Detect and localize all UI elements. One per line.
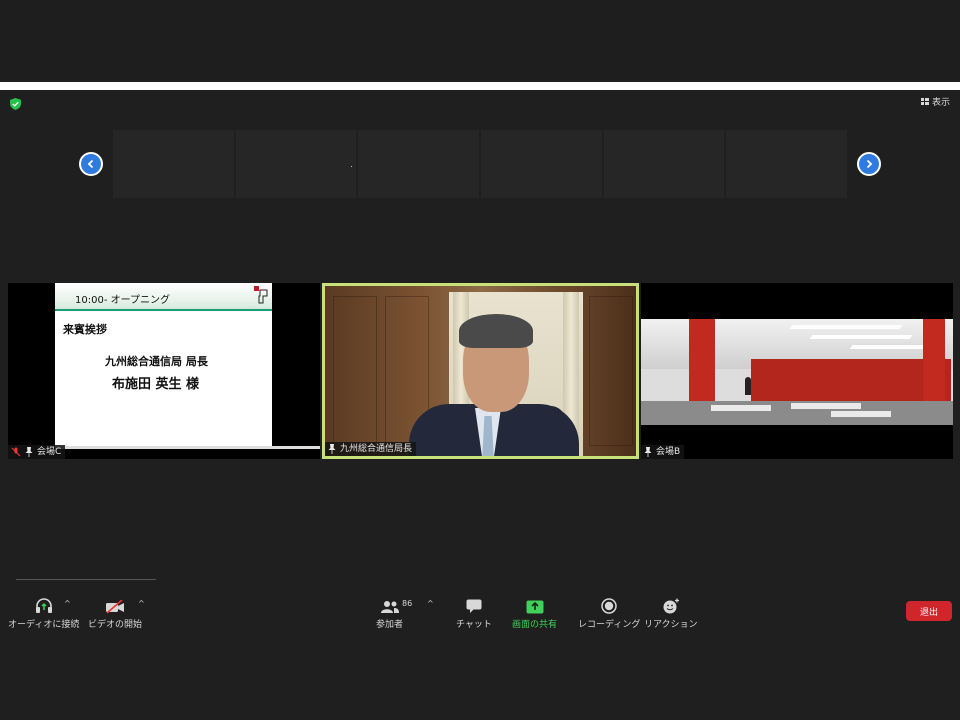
chat-icon	[466, 599, 482, 613]
reactions-label: リアクション	[644, 620, 698, 630]
thumbnail[interactable]	[481, 130, 602, 198]
reactions-button[interactable]: リアクション	[644, 596, 698, 630]
share-screen-icon	[526, 600, 543, 614]
chat-button[interactable]: チャット	[456, 596, 492, 630]
video-off-icon	[106, 600, 124, 614]
pin-icon	[25, 447, 33, 457]
tile-name-label: 九州総合通信局長	[325, 442, 417, 456]
ceiling-light	[789, 325, 903, 329]
participants-icon	[380, 601, 399, 613]
tile-name-label: 会場C	[8, 445, 66, 459]
record-icon	[601, 598, 617, 614]
thumbnail[interactable]	[113, 130, 234, 198]
thumbnail[interactable]	[358, 130, 480, 198]
venue-video	[641, 319, 953, 425]
wall-panel	[333, 296, 377, 446]
speaker-video	[325, 286, 636, 456]
participant-name: 会場B	[656, 447, 681, 457]
slide-header-line	[55, 309, 272, 311]
desk	[711, 405, 771, 411]
speaker-hair	[459, 314, 533, 348]
meeting-window: 表示 10:00- オープニング 来賓挨拶 九州総合通信局 局長 布施田 英生 …	[0, 90, 960, 720]
slide-line-1: 来賓挨拶	[63, 323, 107, 336]
join-audio-label: オーディオに接続	[8, 620, 80, 630]
desk	[791, 403, 861, 409]
thumbnail-dot	[351, 166, 352, 167]
shared-slide: 10:00- オープニング 来賓挨拶 九州総合通信局 局長 布施田 英生 様	[55, 283, 272, 446]
thumbnail[interactable]	[603, 130, 725, 198]
window-divider	[0, 82, 960, 90]
shield-icon[interactable]	[10, 98, 21, 110]
slide-line-3: 布施田 英生 様	[112, 377, 200, 392]
video-options-caret[interactable]: ^	[138, 599, 145, 608]
video-tile-venue-b[interactable]: 会場B	[641, 283, 953, 459]
audio-options-caret[interactable]: ^	[64, 599, 71, 608]
headphones-icon	[35, 598, 52, 613]
start-video-button[interactable]: ビデオの開始	[88, 596, 142, 630]
participants-count: 86	[402, 599, 413, 608]
participants-label: 参加者	[376, 620, 404, 630]
participants-options-caret[interactable]: ^	[427, 599, 434, 608]
pin-icon	[644, 447, 652, 457]
view-label: 表示	[931, 98, 950, 108]
participant-name: 九州総合通信局長	[340, 444, 413, 454]
reaction-smiley-icon	[663, 598, 679, 614]
share-screen-label: 画面の共有	[512, 620, 558, 630]
slide-line-2: 九州総合通信局 局長	[105, 355, 208, 368]
desk	[831, 411, 891, 417]
prev-page-button[interactable]	[79, 152, 103, 176]
chat-label: チャット	[456, 620, 492, 630]
toolbar-tooltip-line	[16, 579, 156, 580]
record-button[interactable]: レコーディング	[578, 596, 640, 630]
next-page-button[interactable]	[857, 152, 881, 176]
record-label: レコーディング	[578, 620, 641, 630]
wall-panel	[589, 296, 633, 446]
view-button[interactable]: 表示	[920, 95, 950, 108]
chevron-left-icon	[87, 159, 94, 169]
participants-button[interactable]: 参加者	[376, 596, 403, 630]
slide-time-title: 10:00- オープニング	[75, 295, 171, 306]
tile-name-label: 会場B	[641, 445, 685, 459]
slide-bottom-bar	[55, 446, 320, 449]
mic-muted-icon	[11, 447, 21, 457]
pin-icon	[328, 444, 336, 454]
thumbnail[interactable]	[235, 130, 357, 198]
grid-icon	[920, 98, 929, 105]
ceiling-light	[809, 335, 913, 339]
leave-button[interactable]: 退出	[906, 601, 952, 621]
top-black-area	[0, 0, 960, 82]
share-screen-button[interactable]: 画面の共有	[512, 596, 557, 630]
person	[745, 377, 751, 395]
start-video-label: ビデオの開始	[88, 620, 143, 630]
video-tile-speaker[interactable]: 九州総合通信局長	[322, 283, 639, 459]
slide-logo-icon	[254, 286, 268, 304]
participant-name: 会場C	[37, 447, 62, 457]
thumbnail-strip	[113, 130, 848, 198]
thumbnail[interactable]	[726, 130, 848, 198]
chevron-right-icon	[866, 159, 873, 169]
video-tile-venue-c[interactable]: 10:00- オープニング 来賓挨拶 九州総合通信局 局長 布施田 英生 様 会…	[8, 283, 320, 459]
